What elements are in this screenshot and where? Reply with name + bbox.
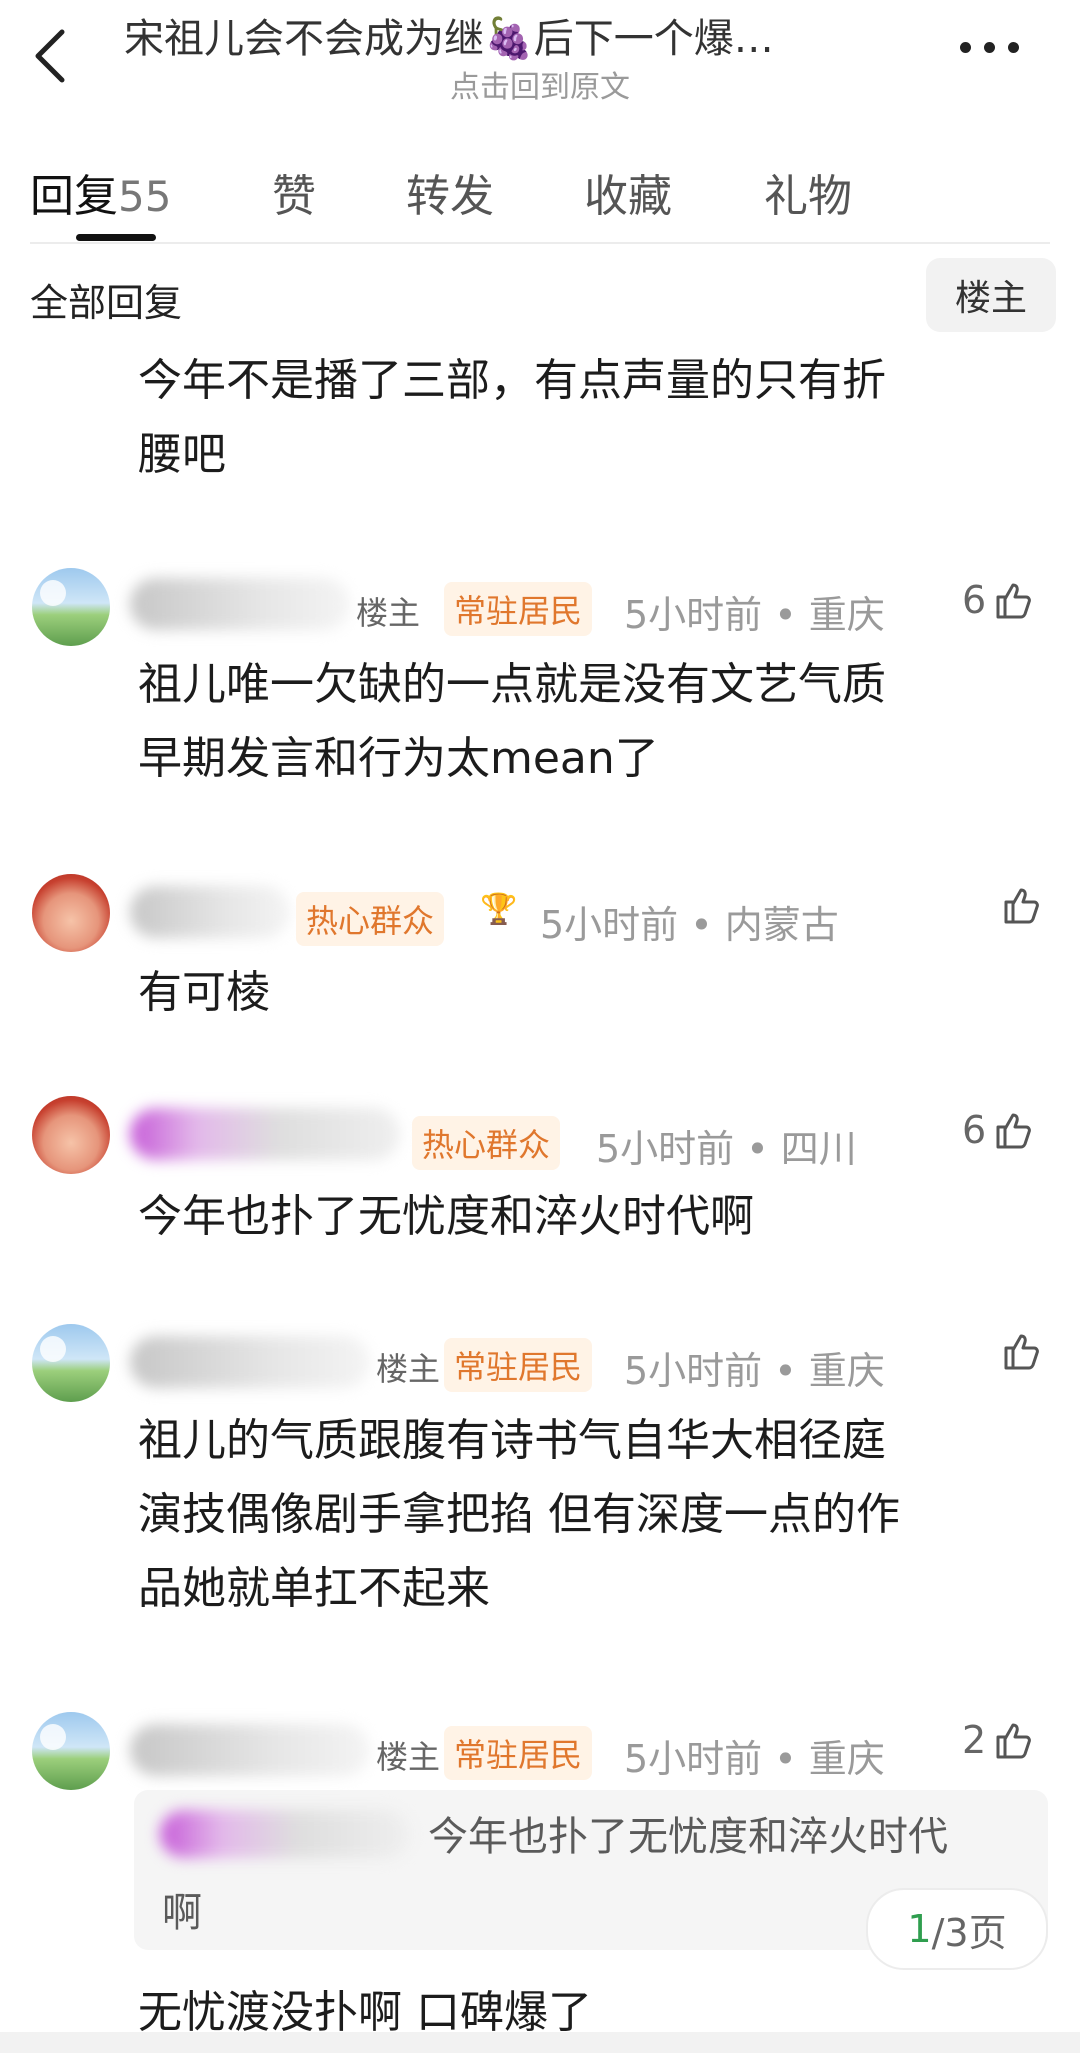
comment-text: 今年也扑了无忧度和淬火时代啊 <box>138 1191 754 1242</box>
thumb-up-icon <box>996 583 1032 619</box>
blurred-username[interactable] <box>130 1724 370 1776</box>
like-count: 6 <box>962 1108 987 1152</box>
quoted-text: 今年也扑了无忧度和淬火时代 <box>428 1814 948 1860</box>
op-label: 楼主 <box>376 1738 441 1776</box>
tab-reposts[interactable]: 转发 <box>406 160 494 224</box>
comment-text: 早期发言和行为太mean了 <box>138 733 659 784</box>
thumb-up-icon <box>996 1723 1032 1759</box>
resident-badge: 常驻居民 <box>444 582 593 636</box>
timestamp-location: 5小时前 • 重庆 <box>624 1737 885 1781</box>
comment-text: 品她就单扛不起来 <box>138 1563 490 1614</box>
page-indicator[interactable]: 1/3页 <box>866 1888 1048 1970</box>
trophy-icon: 🏆 <box>480 892 518 927</box>
timestamp-location: 5小时前 • 四川 <box>596 1127 857 1171</box>
back-to-original-link[interactable]: 点击回到原文 <box>0 62 1080 106</box>
op-filter-button[interactable]: 楼主 <box>926 258 1056 332</box>
comment-text: 演技偶像剧手拿把掐 但有深度一点的作 <box>138 1489 900 1540</box>
tab-label: 回复 <box>30 171 118 222</box>
timestamp-location: 5小时前 • 重庆 <box>624 1349 885 1393</box>
thumb-up-icon <box>1004 1334 1039 1370</box>
blurred-username[interactable] <box>130 886 290 938</box>
enthusiast-badge: 热心群众 <box>412 1116 561 1170</box>
bottom-input-bar[interactable] <box>0 2032 1080 2053</box>
comment-text: 祖儿唯一欠缺的一点就是没有文艺气质 <box>138 659 886 710</box>
like-count: 2 <box>962 1718 987 1762</box>
like-button[interactable] <box>1000 1330 1042 1372</box>
timestamp-location: 5小时前 • 重庆 <box>624 593 885 637</box>
enthusiast-badge: 热心群众 <box>296 892 445 946</box>
all-replies-title: 全部回复 <box>30 281 183 325</box>
avatar[interactable] <box>32 1324 110 1402</box>
tab-replies[interactable]: 回复55 <box>30 160 171 224</box>
blurred-username[interactable] <box>130 1336 370 1388</box>
tab-gifts[interactable]: 礼物 <box>764 160 852 224</box>
blurred-username[interactable] <box>130 578 350 630</box>
tab-likes[interactable]: 赞 <box>272 160 316 224</box>
avatar[interactable] <box>32 874 110 952</box>
active-tab-indicator <box>76 234 156 241</box>
tab-favorites[interactable]: 收藏 <box>584 160 672 224</box>
post-title[interactable]: 宋祖儿会不会成为继🍇后下一个爆… <box>124 6 934 64</box>
thumb-up-icon <box>996 1113 1032 1149</box>
avatar[interactable] <box>32 568 110 646</box>
comment-text: 有可棱 <box>138 967 270 1018</box>
timestamp-location: 5小时前 • 内蒙古 <box>540 903 839 947</box>
blurred-username[interactable] <box>130 1108 400 1160</box>
avatar[interactable] <box>32 1096 110 1174</box>
reply-count: 55 <box>118 172 172 221</box>
comment-text: 腰吧 <box>138 429 226 480</box>
thumb-up-icon <box>1004 888 1039 924</box>
total-pages: /3页 <box>931 1910 1007 1955</box>
like-count: 6 <box>962 578 987 622</box>
resident-badge: 常驻居民 <box>444 1338 593 1392</box>
blurred-username <box>160 1810 410 1858</box>
like-button[interactable]: 6 <box>962 1108 1034 1152</box>
like-button[interactable]: 6 <box>962 578 1034 622</box>
like-button[interactable]: 2 <box>962 1718 1034 1762</box>
comment-text: 今年不是播了三部，有点声量的只有折 <box>138 355 886 406</box>
more-dots-icon[interactable] <box>960 38 1030 58</box>
like-button[interactable] <box>1000 884 1042 926</box>
resident-badge: 常驻居民 <box>444 1726 593 1780</box>
current-page: 1 <box>907 1907 932 1951</box>
divider <box>30 242 1050 244</box>
avatar[interactable] <box>32 1712 110 1790</box>
comment-text: 祖儿的气质跟腹有诗书气自华大相径庭 <box>138 1415 886 1466</box>
op-label: 楼主 <box>376 1350 441 1388</box>
op-label: 楼主 <box>356 594 421 632</box>
quoted-text: 啊 <box>162 1890 202 1936</box>
